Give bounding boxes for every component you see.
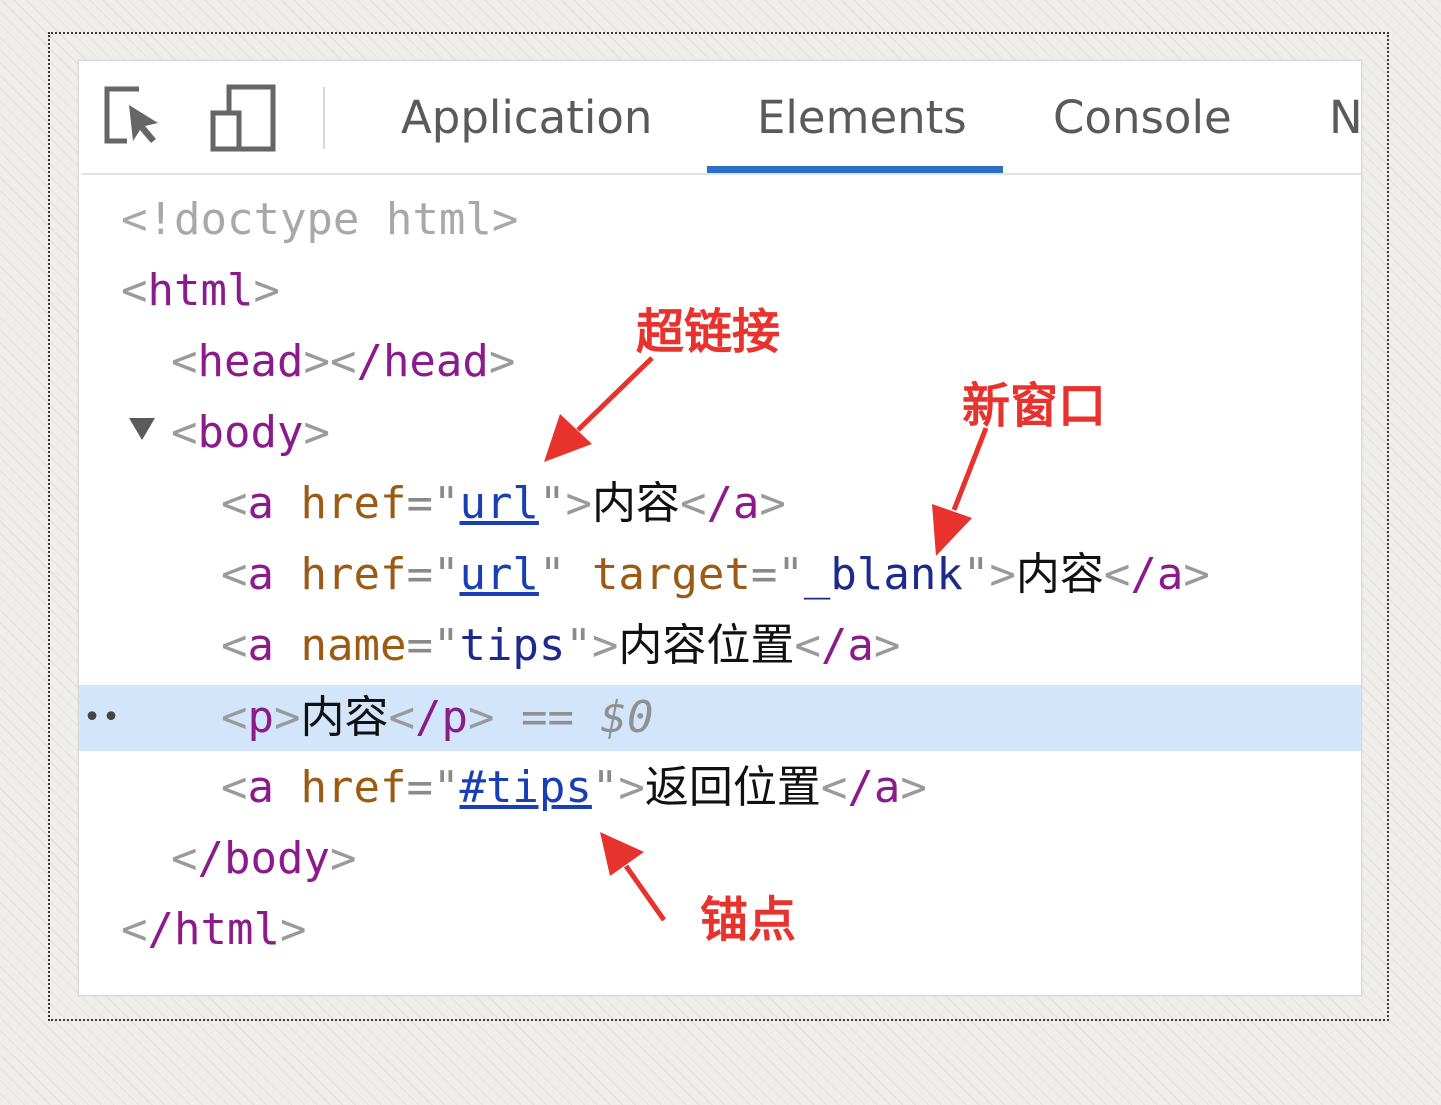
tab-elements[interactable]: Elements [757, 91, 967, 145]
tag-name: /body [197, 833, 330, 884]
attr-value: _blank [803, 549, 963, 600]
attr-value: tips [459, 620, 566, 671]
toolbar-separator [323, 87, 325, 149]
node-text: 内容位置 [618, 620, 795, 671]
attr-name: name [300, 620, 407, 671]
tag-name: /a [847, 762, 901, 813]
devtools-toolbar: Application Elements Console N [81, 63, 1361, 175]
tag-name: a [247, 620, 275, 671]
tag-name: /html [147, 904, 280, 955]
node-text: 内容 [591, 478, 680, 529]
dom-node-doctype[interactable]: <!doctype html> [79, 185, 1361, 255]
selected-node-marker: == $0 [520, 692, 654, 743]
tag-name: a [247, 478, 275, 529]
active-tab-indicator [707, 166, 1003, 173]
dom-node-a-anchor[interactable]: <a href="#tips">返回位置</a> [79, 753, 1361, 823]
dom-node-a-blank[interactable]: <a href="url" target="_blank">内容</a> [79, 540, 1361, 610]
tag-name: a [247, 549, 275, 600]
attr-name: href [300, 762, 407, 813]
attr-name: href [300, 549, 407, 600]
tab-console[interactable]: Console [1053, 91, 1232, 145]
annotation-anchor: 锚点 [700, 892, 797, 948]
inspect-element-icon[interactable] [103, 83, 165, 153]
dom-node-a-name[interactable]: <a name="tips">内容位置</a> [79, 611, 1361, 681]
tag-name: /a [706, 478, 760, 529]
expand-triangle-icon[interactable] [129, 418, 155, 440]
tag-name: p [247, 692, 275, 743]
attr-name: target [591, 549, 751, 600]
attr-value-link[interactable]: #tips [459, 762, 591, 813]
tag-name: /a [820, 620, 874, 671]
tag-name: body [197, 407, 304, 458]
tag-name: head [197, 336, 304, 387]
annotation-hyperlink: 超链接 [636, 304, 781, 360]
attr-name: href [300, 478, 407, 529]
dom-node-p-selected[interactable]: •• <p>内容</p> == $0 [79, 685, 1361, 751]
node-text: 内容 [1015, 549, 1104, 600]
device-toolbar-icon[interactable] [209, 83, 279, 157]
node-text: 返回位置 [644, 762, 821, 813]
attr-value-link[interactable]: url [459, 478, 538, 529]
tag-name: /a [1130, 549, 1184, 600]
tag-name: /head [356, 336, 489, 387]
tag-name: a [247, 762, 275, 813]
tab-application[interactable]: Application [401, 91, 652, 145]
node-text: 内容 [300, 692, 389, 743]
devtools-panel: Application Elements Console N <!doctype… [78, 60, 1362, 996]
attr-value-link[interactable]: url [459, 549, 538, 600]
dom-node-body[interactable]: <body> [79, 398, 1361, 468]
annotation-new-window: 新窗口 [962, 378, 1107, 434]
tab-overflow[interactable]: N [1329, 91, 1361, 145]
dom-node-a-hyperlink[interactable]: <a href="url">内容</a> [79, 469, 1361, 539]
doctype-text: <!doctype html> [121, 194, 519, 245]
tag-name: /p [415, 692, 468, 743]
more-actions-icon[interactable]: •• [83, 685, 121, 751]
tag-name: html [147, 265, 254, 316]
